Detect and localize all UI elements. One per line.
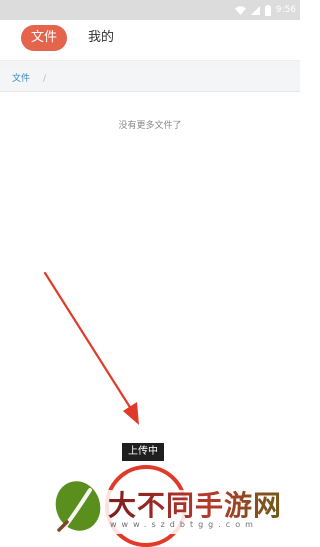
watermark-title: 大不同手游网 xyxy=(108,484,282,524)
uploading-tooltip: 上传中 xyxy=(122,443,164,461)
watermark-logo: 大不同手游网 www.szdbtgg.com xyxy=(50,478,300,534)
watermark-url: www.szdbtgg.com xyxy=(110,520,258,529)
leaf-logo-icon xyxy=(55,481,101,532)
